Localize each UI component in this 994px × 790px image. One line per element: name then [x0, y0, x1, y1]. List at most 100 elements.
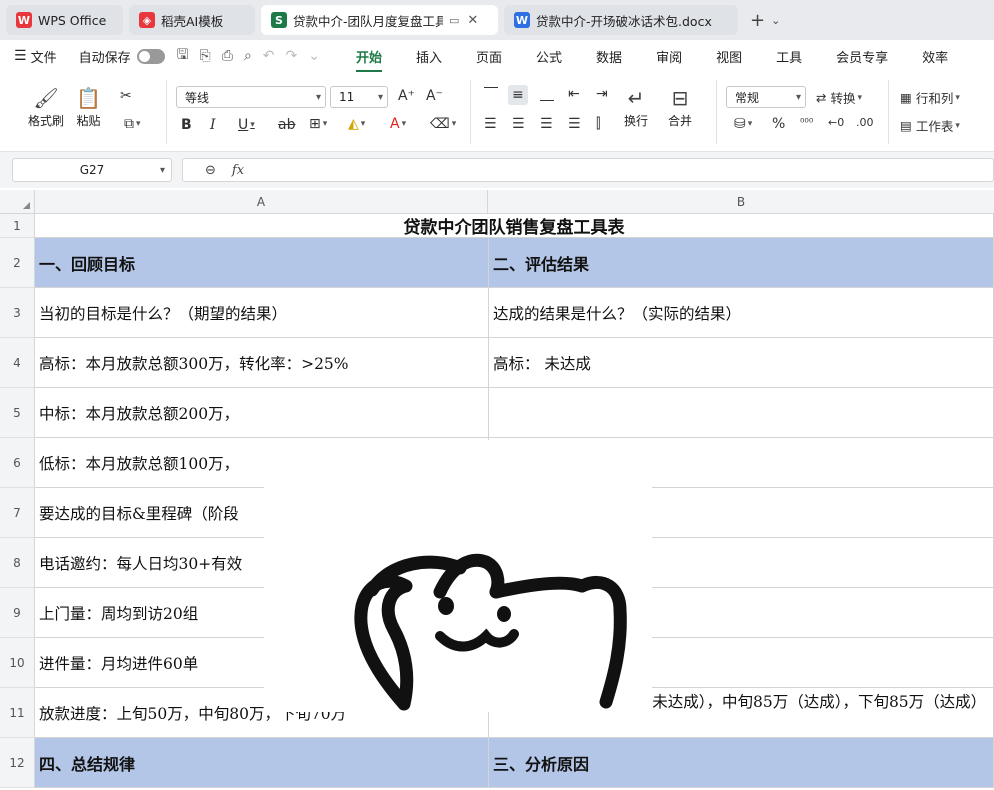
- menu-tab-formula[interactable]: 公式: [536, 47, 562, 66]
- increase-font-button[interactable]: A⁺: [398, 88, 415, 104]
- fill-color-button[interactable]: ◭ ▾: [348, 116, 365, 132]
- menu-tab-home[interactable]: 开始: [355, 47, 383, 72]
- name-box[interactable]: G27 ▾: [12, 158, 172, 182]
- column-header-b[interactable]: B: [488, 190, 994, 214]
- menu-tab-page[interactable]: 页面: [476, 47, 502, 66]
- convert-label: 转换: [830, 91, 856, 106]
- row-header[interactable]: 4: [0, 338, 35, 388]
- font-name-select[interactable]: 等线 ▾: [176, 86, 326, 108]
- row-header[interactable]: 10: [0, 638, 35, 688]
- cell-b[interactable]: 高标： 未达成: [489, 338, 994, 388]
- clear-format-button[interactable]: ⌫ ▾: [430, 116, 456, 132]
- increase-decimal-button[interactable]: ←0: [828, 116, 844, 129]
- align-bottom-button[interactable]: ⎽: [540, 86, 554, 102]
- strikethrough-button[interactable]: ab: [278, 117, 295, 133]
- align-right-button[interactable]: ☰: [540, 116, 553, 132]
- paste-button[interactable]: 📋 粘贴: [76, 84, 101, 129]
- row-header[interactable]: 6: [0, 438, 35, 488]
- wrap-text-button[interactable]: ↵ 换行: [624, 84, 648, 129]
- section-header-cell[interactable]: 四、总结规律: [35, 738, 489, 788]
- row-header[interactable]: 5: [0, 388, 35, 438]
- menu-tab-efficiency[interactable]: 效率: [922, 47, 948, 66]
- menu-tab-review[interactable]: 审阅: [656, 47, 682, 66]
- formula-input[interactable]: ⊖ fx: [182, 158, 994, 182]
- thousands-button[interactable]: ⁰⁰⁰: [800, 116, 813, 129]
- decrease-font-button[interactable]: A⁻: [426, 88, 443, 104]
- underline-button[interactable]: U ▾: [238, 117, 255, 133]
- chevron-down-icon[interactable]: ⌄: [771, 14, 780, 27]
- align-top-button[interactable]: ⎺: [484, 86, 498, 102]
- zoom-icon[interactable]: ⊖: [205, 163, 216, 178]
- row-header[interactable]: 1: [0, 214, 35, 238]
- convert-button[interactable]: ⇄ 转换 ▾: [816, 88, 862, 107]
- undo-icon[interactable]: ↶: [263, 48, 275, 64]
- distributed-button[interactable]: ⫿: [596, 116, 600, 132]
- close-tab-icon[interactable]: ✕: [467, 13, 478, 28]
- menu-tab-data[interactable]: 数据: [596, 47, 622, 66]
- decrease-decimal-button[interactable]: .00: [856, 116, 874, 129]
- row-header[interactable]: 3: [0, 288, 35, 338]
- cell-a[interactable]: 高标：本月放款总额300万，转化率：>25%: [35, 338, 489, 388]
- sheet-title-cell[interactable]: 贷款中介团队销售复盘工具表: [35, 214, 994, 238]
- font-size-select[interactable]: 11 ▾: [330, 86, 388, 108]
- fx-icon[interactable]: fx: [232, 163, 244, 178]
- print-icon[interactable]: ⎙: [222, 48, 233, 64]
- file-menu[interactable]: ☰ 文件: [14, 47, 57, 66]
- align-middle-button[interactable]: ≡: [508, 85, 528, 105]
- copy-button[interactable]: ⧉ ▾: [124, 116, 141, 132]
- row-header[interactable]: 8: [0, 538, 35, 588]
- tab-docx[interactable]: W 贷款中介-开场破冰话术包.docx: [504, 5, 738, 35]
- decrease-indent-button[interactable]: ⇤: [568, 86, 580, 102]
- cell-a[interactable]: 中标：本月放款总额200万，: [35, 388, 489, 438]
- row-header[interactable]: 2: [0, 238, 35, 288]
- cell-b[interactable]: 达成的结果是什么？（实际的结果）: [489, 288, 994, 338]
- justify-button[interactable]: ☰: [568, 116, 581, 132]
- menu-tab-insert[interactable]: 插入: [416, 47, 442, 66]
- monitor-icon[interactable]: ▭: [449, 14, 459, 27]
- select-all-corner[interactable]: [0, 190, 35, 214]
- tab-wps-office[interactable]: W WPS Office: [6, 5, 123, 35]
- menu-tab-tools[interactable]: 工具: [776, 47, 802, 66]
- format-painter-button[interactable]: 🖌 格式刷: [28, 84, 64, 129]
- font-color-button[interactable]: A ▾: [390, 116, 406, 132]
- row-header[interactable]: 7: [0, 488, 35, 538]
- chevron-down-icon: ▾: [955, 120, 960, 131]
- row-header[interactable]: 9: [0, 588, 35, 638]
- align-left-button[interactable]: ☰: [484, 116, 497, 132]
- cell-b[interactable]: [489, 388, 994, 438]
- percent-button[interactable]: %: [772, 116, 785, 132]
- worksheet-button[interactable]: ▤ 工作表 ▾: [900, 116, 960, 135]
- autosave-toggle[interactable]: [136, 48, 165, 64]
- section-header-cell[interactable]: 二、评估结果: [489, 238, 994, 288]
- tab-spreadsheet-active[interactable]: S 贷款中介-团队月度复盘工具表 ▭ ✕: [261, 5, 498, 35]
- borders-button[interactable]: ⊞ ▾: [309, 116, 327, 132]
- bold-button[interactable]: B: [181, 117, 192, 133]
- cell-a[interactable]: 当初的目标是什么？（期望的结果）: [35, 288, 489, 338]
- increase-indent-button[interactable]: ⇥: [596, 86, 608, 102]
- rows-columns-button[interactable]: ▦ 行和列 ▾: [900, 88, 960, 107]
- menu-tab-view[interactable]: 视图: [716, 47, 742, 66]
- tab-docer-ai-template[interactable]: ◈ 稻壳AI模板: [129, 5, 255, 35]
- section-header-cell[interactable]: 三、分析原因: [489, 738, 994, 788]
- row-header[interactable]: 11: [0, 688, 35, 738]
- font-increase-icon: A⁺: [398, 88, 415, 104]
- row-header[interactable]: 12: [0, 738, 35, 788]
- menu-tab-member[interactable]: 会员专享: [836, 47, 888, 66]
- italic-button[interactable]: I: [210, 117, 216, 133]
- print-preview-icon[interactable]: ⌕: [244, 48, 252, 64]
- chevron-down-icon: ▾: [857, 92, 863, 103]
- cut-button[interactable]: ✂: [120, 88, 132, 104]
- column-header-a[interactable]: A: [35, 190, 488, 214]
- new-tab-icon[interactable]: +: [750, 10, 765, 31]
- number-format-select[interactable]: 常规 ▾: [726, 86, 806, 108]
- section-header-cell[interactable]: 一、回顾目标: [35, 238, 489, 288]
- redo-icon[interactable]: ↷: [286, 48, 298, 64]
- chevron-down-icon[interactable]: ⌄: [308, 48, 320, 64]
- align-center-button[interactable]: ☰: [512, 116, 525, 132]
- chevron-down-icon: ▾: [159, 164, 165, 176]
- save-icon[interactable]: 🖫: [177, 44, 189, 68]
- merge-button[interactable]: ⊟ 合并: [668, 84, 692, 129]
- autosave: 自动保存: [79, 47, 165, 66]
- save-as-icon[interactable]: ⎘: [200, 48, 211, 64]
- currency-button[interactable]: ⛁ ▾: [734, 116, 752, 132]
